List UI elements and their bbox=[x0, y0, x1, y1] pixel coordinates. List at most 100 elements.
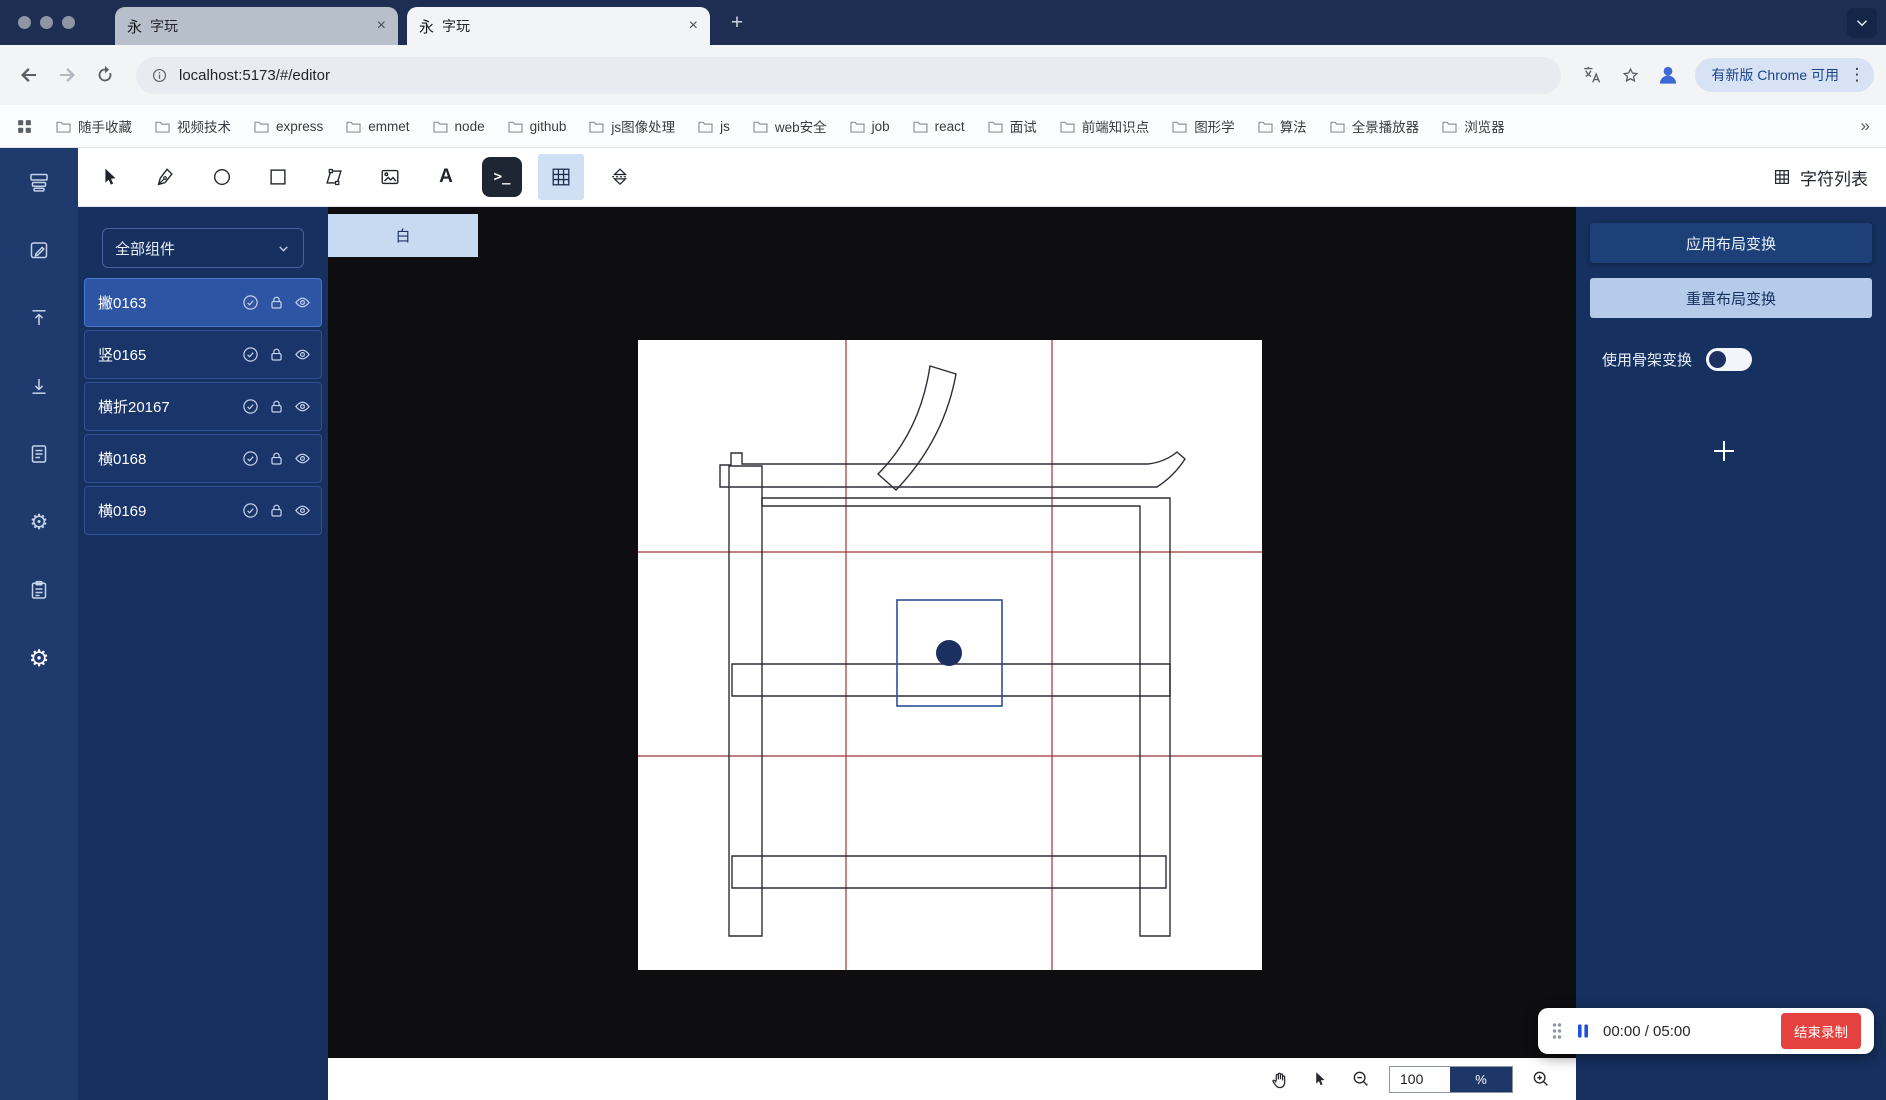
reload-button[interactable] bbox=[88, 58, 122, 92]
tab-search-button[interactable] bbox=[1847, 8, 1877, 38]
check-circle-icon[interactable] bbox=[242, 294, 259, 311]
browser-tab[interactable]: 永 字玩 × bbox=[115, 7, 398, 45]
check-circle-icon[interactable] bbox=[242, 398, 259, 415]
component-item-selected[interactable]: 撇0163 bbox=[84, 278, 322, 327]
component-item[interactable]: 横0168 bbox=[84, 434, 322, 483]
new-tab-button[interactable]: + bbox=[724, 10, 750, 36]
lock-icon[interactable] bbox=[268, 398, 285, 415]
zoom-out-button[interactable] bbox=[1348, 1066, 1374, 1092]
bookmark-folder[interactable]: 图形学 bbox=[1172, 116, 1235, 136]
stroke-heng-bottom-outline[interactable] bbox=[731, 855, 1167, 889]
site-info-icon[interactable] bbox=[150, 66, 169, 85]
minimize-window-icon[interactable] bbox=[40, 16, 53, 29]
close-window-icon[interactable] bbox=[18, 16, 31, 29]
bookmark-folder[interactable]: js bbox=[698, 119, 730, 134]
pen-tool[interactable] bbox=[146, 157, 186, 197]
polygon-tool[interactable] bbox=[314, 157, 354, 197]
sidebar-item-document[interactable] bbox=[19, 434, 59, 474]
check-circle-icon[interactable] bbox=[242, 502, 259, 519]
component-item[interactable]: 竖0165 bbox=[84, 330, 322, 379]
component-item[interactable]: 横折20167 bbox=[84, 382, 322, 431]
pointer-tool[interactable] bbox=[1307, 1066, 1333, 1092]
url-bar[interactable]: localhost:5173/#/editor bbox=[136, 56, 1562, 94]
drag-handle-icon[interactable] bbox=[1551, 1022, 1563, 1040]
flip-tool[interactable] bbox=[600, 157, 640, 197]
lock-icon[interactable] bbox=[268, 294, 285, 311]
text-tool[interactable]: A bbox=[426, 157, 466, 197]
component-item[interactable]: 横0169 bbox=[84, 486, 322, 535]
bookmark-folder[interactable]: express bbox=[254, 119, 323, 134]
zoom-in-button[interactable] bbox=[1528, 1066, 1554, 1092]
sidebar-item-settings[interactable]: ⚙ bbox=[19, 502, 59, 542]
stroke-pie-outline[interactable] bbox=[876, 365, 957, 491]
forward-button[interactable] bbox=[50, 58, 84, 92]
eye-icon[interactable] bbox=[294, 346, 311, 363]
bookmark-folder[interactable]: 前端知识点 bbox=[1060, 116, 1149, 136]
sidebar-item-import[interactable] bbox=[19, 366, 59, 406]
rectangle-tool[interactable] bbox=[258, 157, 298, 197]
lock-icon[interactable] bbox=[268, 346, 285, 363]
translate-button[interactable] bbox=[1575, 58, 1609, 92]
bookmark-folder[interactable]: react bbox=[913, 119, 965, 134]
sidebar-item-export[interactable] bbox=[19, 298, 59, 338]
stroke-heng-top-outline[interactable] bbox=[719, 451, 1186, 488]
script-tool-active[interactable]: >_ bbox=[482, 157, 522, 197]
glyph-artboard[interactable] bbox=[638, 340, 1262, 970]
browser-tab-active[interactable]: 永 字玩 × bbox=[407, 7, 710, 45]
browser-menu-icon[interactable]: ⋮ bbox=[1848, 65, 1866, 85]
more-bookmarks-icon[interactable]: » bbox=[1861, 116, 1870, 136]
maximize-window-icon[interactable] bbox=[62, 16, 75, 29]
stroke-heng-middle-outline[interactable] bbox=[731, 663, 1171, 697]
reset-layout-transform-button[interactable]: 重置布局变换 bbox=[1590, 278, 1872, 318]
bookmark-folder[interactable]: 视频技术 bbox=[155, 116, 231, 136]
eye-icon[interactable] bbox=[294, 450, 311, 467]
selection-center-handle[interactable] bbox=[936, 640, 962, 666]
bookmark-folder[interactable]: 随手收藏 bbox=[56, 116, 132, 136]
profile-avatar[interactable] bbox=[1651, 58, 1685, 92]
char-list-toggle[interactable]: 字符列表 bbox=[1773, 165, 1868, 190]
grid-tool-active[interactable] bbox=[538, 154, 584, 200]
canvas-tab-white[interactable]: 白 bbox=[328, 214, 478, 257]
sidebar-item-edit[interactable] bbox=[19, 230, 59, 270]
eye-icon[interactable] bbox=[294, 398, 311, 415]
close-tab-icon[interactable]: × bbox=[689, 17, 698, 35]
sidebar-item-preferences[interactable]: ⚙ bbox=[19, 638, 59, 678]
apply-layout-transform-button[interactable]: 应用布局变换 bbox=[1590, 223, 1872, 263]
eye-icon[interactable] bbox=[294, 294, 311, 311]
bookmark-folder[interactable]: 浏览器 bbox=[1442, 116, 1505, 136]
pause-icon[interactable] bbox=[1575, 1023, 1591, 1039]
bookmark-folder[interactable]: github bbox=[507, 119, 566, 134]
ellipse-tool[interactable] bbox=[202, 157, 242, 197]
bookmark-folder[interactable]: emmet bbox=[346, 119, 410, 134]
stop-recording-button[interactable]: 结束录制 bbox=[1781, 1013, 1861, 1049]
apps-grid-icon[interactable] bbox=[16, 118, 33, 135]
check-circle-icon[interactable] bbox=[242, 346, 259, 363]
image-tool[interactable] bbox=[370, 157, 410, 197]
select-tool[interactable] bbox=[90, 157, 130, 197]
sidebar-item-library[interactable] bbox=[19, 162, 59, 202]
skeleton-transform-toggle[interactable] bbox=[1706, 348, 1753, 371]
lock-icon[interactable] bbox=[268, 502, 285, 519]
bookmark-folder[interactable]: 算法 bbox=[1258, 116, 1307, 136]
stroke-shu-left-outline[interactable] bbox=[728, 465, 763, 937]
stroke-hengzhe-outline[interactable] bbox=[761, 497, 1171, 937]
sidebar-item-clipboard[interactable] bbox=[19, 570, 59, 610]
screen-recorder-bar[interactable]: 00:00 / 05:00 结束录制 bbox=[1538, 1008, 1874, 1054]
zoom-input[interactable] bbox=[1390, 1066, 1450, 1092]
chrome-update-chip[interactable]: 有新版 Chrome 可用 ⋮ bbox=[1695, 58, 1874, 92]
eye-icon[interactable] bbox=[294, 502, 311, 519]
component-filter-select[interactable]: 全部组件 bbox=[102, 228, 304, 268]
bookmark-folder[interactable]: js图像处理 bbox=[589, 116, 675, 136]
close-tab-icon[interactable]: × bbox=[377, 17, 386, 35]
bookmark-folder[interactable]: 面试 bbox=[988, 116, 1037, 136]
check-circle-icon[interactable] bbox=[242, 450, 259, 467]
back-button[interactable] bbox=[12, 58, 46, 92]
bookmark-folder[interactable]: web安全 bbox=[753, 116, 827, 136]
pan-tool[interactable] bbox=[1266, 1066, 1292, 1092]
lock-icon[interactable] bbox=[268, 450, 285, 467]
bookmark-folder[interactable]: node bbox=[432, 119, 485, 134]
bookmark-folder[interactable]: 全景播放器 bbox=[1330, 116, 1419, 136]
bookmark-button[interactable] bbox=[1613, 58, 1647, 92]
bookmark-folder[interactable]: job bbox=[850, 119, 890, 134]
editor-canvas[interactable]: 白 100 % bbox=[328, 207, 1576, 1100]
